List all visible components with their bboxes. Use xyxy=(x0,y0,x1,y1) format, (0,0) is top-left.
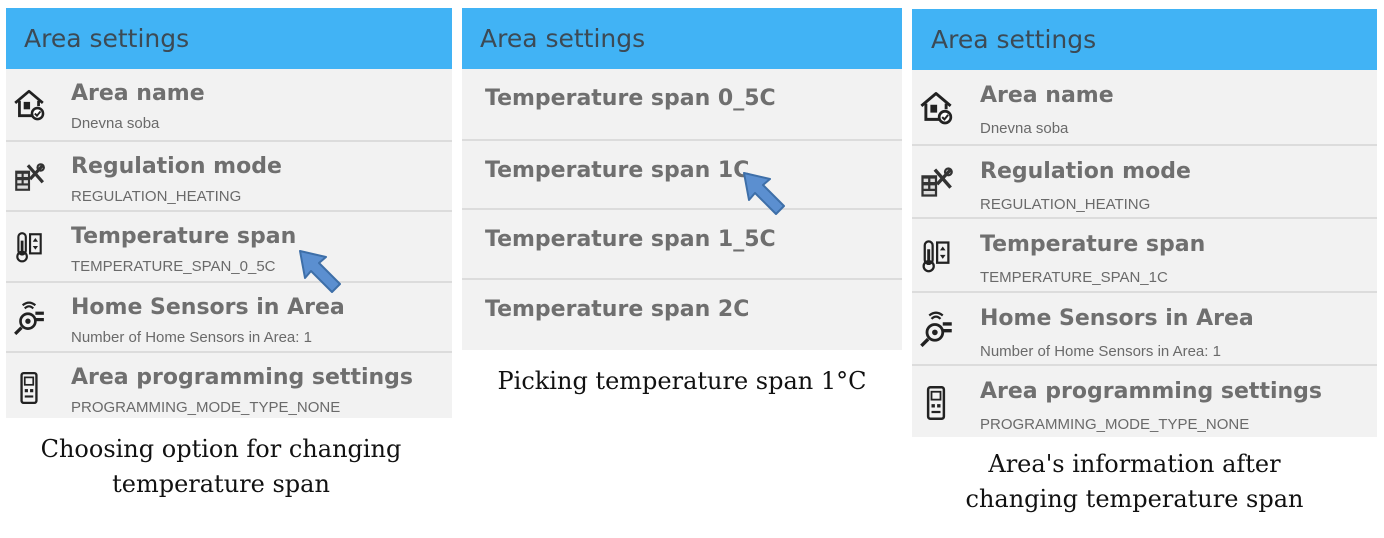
setting-value: Number of Home Sensors in Area: 1 xyxy=(980,342,1221,360)
setting-title: Area name xyxy=(71,81,205,106)
setting-title: Regulation mode xyxy=(71,153,282,179)
setting-value: Dnevna soba xyxy=(980,120,1069,137)
setting-title: Temperature span xyxy=(980,232,1206,257)
thermometer-icon xyxy=(918,238,954,279)
header-title: Area settings xyxy=(24,24,190,53)
setting-title: Home Sensors in Area xyxy=(980,305,1254,331)
setting-row-area-programming-settings[interactable]: Area programming settings PROGRAMMING_MOD… xyxy=(912,364,1377,438)
option-temperature-span-1c[interactable]: Temperature span 1C xyxy=(462,138,902,209)
caption-line-1: Area's information after xyxy=(988,450,1281,478)
caption-line-2: temperature span xyxy=(112,470,330,498)
tools-icon xyxy=(12,160,46,199)
option-label: Temperature span 2C xyxy=(485,296,750,322)
thermostat-device-icon xyxy=(918,385,954,426)
setting-row-temperature-span[interactable]: Temperature span TEMPERATURE_SPAN_1C xyxy=(912,217,1377,291)
setting-row-regulation-mode[interactable]: Regulation mode REGULATION_HEATING xyxy=(912,143,1377,218)
setting-title: Temperature span xyxy=(71,224,297,249)
home-settings-icon xyxy=(918,89,954,130)
option-temperature-span-0-5c[interactable]: Temperature span 0_5C xyxy=(462,69,902,139)
pointer-arrow-icon xyxy=(743,172,785,215)
caption-line-2: changing temperature span xyxy=(965,485,1304,513)
setting-row-area-name[interactable]: Area name Dnevna soba xyxy=(912,70,1377,144)
setting-row-area-programming-settings[interactable]: Area programming settings PROGRAMMING_MOD… xyxy=(6,351,452,422)
caption-panel-2: Picking temperature span 1°C xyxy=(462,364,902,399)
area-settings-panel-1: Area settings Area name Dnevna soba Regula… xyxy=(6,8,452,418)
setting-row-home-sensors-in-area[interactable]: Home Sensors in Area Number of Home Senso… xyxy=(6,280,452,352)
setting-row-temperature-span[interactable]: Temperature span TEMPERATURE_SPAN_0_5C xyxy=(6,210,452,281)
thermostat-device-icon xyxy=(12,371,46,410)
sensor-icon xyxy=(12,301,46,340)
setting-value: TEMPERATURE_SPAN_1C xyxy=(980,269,1168,286)
setting-value: REGULATION_HEATING xyxy=(980,195,1151,213)
setting-row-regulation-mode[interactable]: Regulation mode REGULATION_HEATING xyxy=(6,139,452,211)
setting-value: PROGRAMMING_MODE_TYPE_NONE xyxy=(71,399,341,416)
area-settings-panel-2: Area settings Temperature span 0_5C Tempe… xyxy=(462,8,902,350)
panel-header: Area settings xyxy=(462,8,902,69)
option-label: Temperature span 1_5C xyxy=(485,227,776,252)
setting-title: Area name xyxy=(980,83,1114,108)
option-label: Temperature span 0_5C xyxy=(485,86,776,111)
setting-title: Regulation mode xyxy=(980,158,1191,184)
caption-panel-1: Choosing option for changing temperature… xyxy=(6,432,436,502)
option-temperature-span-2c[interactable]: Temperature span 2C xyxy=(462,277,902,348)
setting-value: TEMPERATURE_SPAN_0_5C xyxy=(71,258,276,275)
sensor-icon xyxy=(918,311,954,352)
caption-panel-3: Area's information after changing temper… xyxy=(912,447,1357,517)
option-label: Temperature span 1C xyxy=(485,157,750,183)
setting-row-home-sensors-in-area[interactable]: Home Sensors in Area Number of Home Senso… xyxy=(912,290,1377,365)
pointer-arrow-icon xyxy=(299,250,341,293)
thermometer-icon xyxy=(12,230,46,269)
option-temperature-span-1-5c[interactable]: Temperature span 1_5C xyxy=(462,208,902,278)
caption-line-1: Picking temperature span 1°C xyxy=(497,367,867,395)
area-settings-panel-3: Area settings Area name Dnevna soba Regula… xyxy=(912,9,1377,437)
setting-title: Home Sensors in Area xyxy=(71,294,345,320)
home-settings-icon xyxy=(12,87,46,126)
setting-value: Number of Home Sensors in Area: 1 xyxy=(71,328,312,346)
panel-header: Area settings xyxy=(912,9,1377,70)
setting-row-area-name[interactable]: Area name Dnevna soba xyxy=(6,69,452,140)
setting-title: Area programming settings xyxy=(71,365,414,390)
panel-header: Area settings xyxy=(6,8,452,69)
caption-line-1: Choosing option for changing xyxy=(40,435,402,463)
header-title: Area settings xyxy=(480,24,646,53)
setting-value: PROGRAMMING_MODE_TYPE_NONE xyxy=(980,416,1250,433)
header-title: Area settings xyxy=(931,25,1097,54)
setting-title: Area programming settings xyxy=(980,379,1323,404)
setting-value: REGULATION_HEATING xyxy=(71,187,242,205)
setting-value: Dnevna soba xyxy=(71,115,160,132)
tools-icon xyxy=(918,164,954,205)
